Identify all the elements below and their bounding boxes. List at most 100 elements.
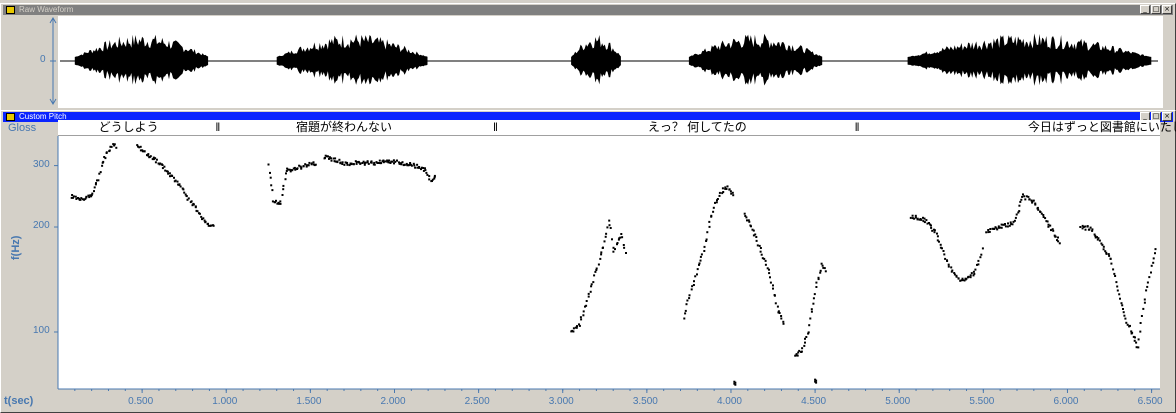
- pitch-point: [105, 151, 108, 154]
- pitch-point: [969, 274, 972, 277]
- pitch-point: [93, 190, 95, 193]
- pitch-point: [1107, 253, 1110, 256]
- pitch-point: [803, 344, 806, 347]
- pitch-point: [200, 215, 203, 218]
- pitch-point: [1137, 338, 1140, 341]
- pitch-point: [413, 164, 416, 167]
- pitch-point: [1084, 225, 1087, 228]
- pitch-point: [683, 317, 686, 320]
- pitch-point: [380, 162, 383, 165]
- pitch-point: [198, 212, 201, 215]
- pitch-point: [305, 165, 308, 168]
- pitch-point: [1113, 272, 1116, 275]
- pitch-point: [933, 229, 936, 232]
- pitch-point: [754, 233, 757, 236]
- pitch-point: [685, 303, 688, 306]
- pitch-point: [1037, 208, 1040, 211]
- pitch-point: [1004, 223, 1006, 225]
- pitch-point: [373, 161, 376, 164]
- pitch-point: [327, 155, 329, 158]
- pitch-point: [174, 179, 177, 182]
- pitch-point: [1140, 315, 1143, 317]
- pitch-point: [804, 341, 806, 344]
- pitch-point: [938, 240, 940, 243]
- pitch-point: [755, 239, 758, 242]
- pitch-point: [1139, 330, 1142, 333]
- pitch-point: [163, 165, 166, 168]
- pitch-point: [955, 275, 958, 278]
- pitch-point: [625, 252, 627, 254]
- pitch-point: [1022, 193, 1024, 196]
- pitch-point: [970, 272, 973, 275]
- pitch-point: [1046, 220, 1049, 223]
- pitch-point: [572, 327, 575, 330]
- pitch-point: [154, 161, 157, 164]
- pitch-point: [944, 257, 947, 260]
- pitch-point: [1052, 229, 1055, 232]
- pitch-point: [812, 297, 815, 300]
- pitch-point: [699, 259, 702, 262]
- pitch-point: [173, 176, 175, 179]
- pitch-point: [346, 161, 349, 164]
- pitch-point: [1129, 324, 1131, 327]
- pitch-point: [300, 166, 303, 169]
- pitch-point: [815, 286, 818, 288]
- pitch-point: [179, 185, 182, 188]
- pitch-point: [302, 165, 305, 168]
- pitch-point: [980, 253, 983, 256]
- pitch-point: [597, 263, 600, 266]
- pitch-point: [750, 225, 752, 228]
- pitch-point: [732, 194, 735, 197]
- pitch-point: [1014, 216, 1017, 219]
- pitch-point: [1112, 268, 1115, 271]
- pitch-point: [296, 167, 299, 170]
- pitch-point: [778, 312, 781, 314]
- pitch-point: [593, 274, 596, 277]
- pitch-point: [961, 279, 964, 281]
- pitch-point: [1020, 198, 1023, 201]
- pitch-point: [706, 231, 709, 234]
- pitch-point: [774, 302, 777, 305]
- pitch-point: [712, 210, 715, 213]
- pitch-point: [611, 238, 613, 241]
- pitch-point: [113, 143, 116, 146]
- pitch-point: [1088, 228, 1091, 231]
- pitch-point: [418, 166, 421, 168]
- pitch-point: [943, 253, 946, 256]
- pitch-point: [282, 188, 285, 191]
- pitch-point: [139, 145, 142, 148]
- pitch-point: [619, 236, 622, 239]
- pitch-point: [974, 268, 977, 271]
- pitch-point: [600, 251, 603, 254]
- pitch-point: [993, 228, 996, 230]
- pitch-point: [147, 153, 150, 156]
- pitch-point: [622, 244, 625, 246]
- pitch-point: [590, 285, 593, 288]
- pitch-point: [1133, 339, 1136, 342]
- pitch-point: [708, 225, 711, 228]
- pitch-point: [703, 245, 706, 248]
- pitch-point: [190, 200, 193, 203]
- pitch-point: [716, 198, 719, 200]
- pitch-point: [942, 250, 945, 252]
- pitch-point: [1018, 204, 1021, 207]
- pitch-point: [722, 191, 725, 193]
- pitch-point: [384, 160, 387, 163]
- pitch-point: [798, 349, 801, 352]
- pitch-point: [370, 161, 373, 164]
- pitch-point: [1084, 228, 1087, 231]
- pitch-point: [85, 196, 88, 199]
- pitch-point: [1148, 276, 1151, 279]
- pitch-point: [585, 300, 588, 302]
- pitch-point: [813, 293, 816, 296]
- pitch-point: [282, 184, 285, 187]
- pitch-point: [688, 297, 691, 300]
- pitch-point: [587, 292, 590, 295]
- pitch-point: [614, 248, 616, 251]
- pitch-point: [428, 178, 431, 181]
- pitch-point: [691, 285, 694, 288]
- pitch-point: [914, 216, 917, 219]
- pitch-point: [710, 214, 713, 217]
- pitch-point: [373, 163, 376, 166]
- pitch-point: [168, 172, 171, 175]
